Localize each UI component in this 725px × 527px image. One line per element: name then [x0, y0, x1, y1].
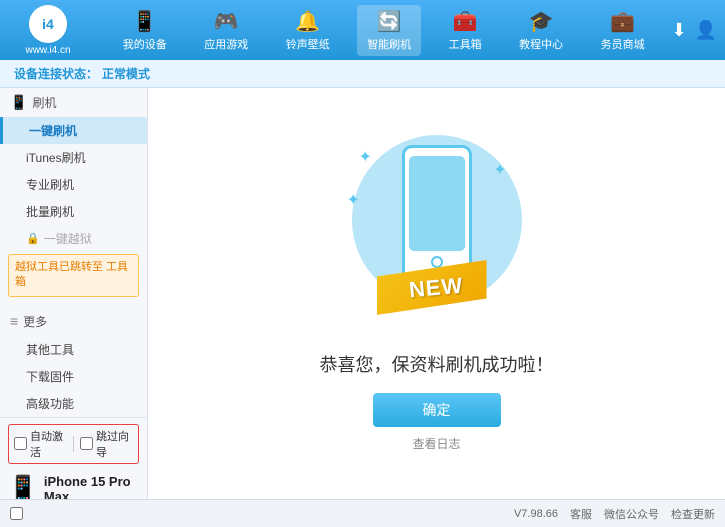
logo-subtitle: www.i4.cn [25, 45, 70, 56]
quick-guide-checkbox[interactable] [80, 437, 93, 450]
sparkle1-icon: ✦ [359, 147, 372, 167]
main-layout: 📱 刷机 一键刷机 iTunes刷机 专业刷机 批量刷机 🔒 一键越狱 越狱工具… [0, 88, 725, 499]
nav-apps-label: 应用游戏 [204, 36, 248, 52]
confirm-button[interactable]: 确定 [373, 393, 501, 427]
more-section-icon: ≡ [10, 313, 18, 329]
my-device-icon: 📱 [132, 9, 157, 34]
sidebar: 📱 刷机 一键刷机 iTunes刷机 专业刷机 批量刷机 🔒 一键越狱 越狱工具… [0, 88, 148, 499]
nav-toolbox-label: 工具箱 [449, 36, 482, 52]
success-message: 恭喜您，保资料刷机成功啦！ [320, 351, 554, 377]
nav-service[interactable]: 💼 务员商城 [591, 5, 655, 56]
version-label: V7.98.66 [514, 508, 558, 520]
sidebar-notice: 越狱工具已跳转至 工具箱 [8, 254, 139, 297]
apps-icon: 🎮 [214, 9, 239, 34]
toolbox-icon: 🧰 [453, 9, 478, 34]
footer-link-service[interactable]: 客服 [570, 506, 592, 522]
nav-toolbox[interactable]: 🧰 工具箱 [439, 5, 492, 56]
smart-flash-icon: 🔄 [377, 9, 402, 34]
sidebar-item-download-firmware[interactable]: 下载固件 [0, 363, 147, 390]
sidebar-item-batch-flash[interactable]: 批量刷机 [0, 198, 147, 225]
auto-activate-row: 自动激活 跳过向导 [8, 424, 139, 464]
status-value: 正常模式 [102, 65, 150, 82]
device-info: 📱 iPhone 15 Pro Max 512GB iPhone [8, 470, 139, 499]
lock-icon: 🔒 [26, 232, 40, 245]
logo[interactable]: i4 www.i4.cn [8, 5, 88, 56]
sidebar-section-flash[interactable]: 📱 刷机 [0, 88, 147, 117]
nav-tutorial[interactable]: 🎓 教程中心 [509, 5, 573, 56]
header-right: ⬇ 👤 [671, 20, 717, 41]
nav-bar: 📱 我的设备 🎮 应用游戏 🔔 铃声壁纸 🔄 智能刷机 🧰 工具箱 🎓 教程中心… [104, 5, 663, 56]
footer-right: V7.98.66 客服 微信公众号 检查更新 [514, 506, 715, 522]
content-area: ✦ ✦ ✦ NEW 恭喜您，保资料刷机成功啦！ 确定 查看日志 [148, 88, 725, 499]
service-icon: 💼 [610, 9, 635, 34]
sidebar-bottom: 自动激活 跳过向导 📱 iPhone 15 Pro Max 512GB iPho… [0, 417, 147, 499]
device-name: iPhone 15 Pro Max [44, 474, 139, 499]
logo-icon: i4 [29, 5, 67, 43]
sparkle3-icon: ✦ [347, 190, 360, 210]
auto-activate-label[interactable]: 自动激活 [14, 428, 67, 460]
footer-link-wechat[interactable]: 微信公众号 [604, 506, 659, 522]
sidebar-item-itunes-flash[interactable]: iTunes刷机 [0, 144, 147, 171]
sidebar-section-more[interactable]: ≡ 更多 [0, 307, 147, 336]
sidebar-item-other-tools[interactable]: 其他工具 [0, 336, 147, 363]
sidebar-item-jailbreak: 🔒 一键越狱 [0, 225, 147, 252]
sidebar-item-one-key-flash[interactable]: 一键刷机 [0, 117, 147, 144]
flash-section-icon: 📱 [10, 94, 27, 111]
status-prefix: 设备连接状态： [14, 65, 98, 82]
nav-apps[interactable]: 🎮 应用游戏 [194, 5, 258, 56]
nav-ringtone[interactable]: 🔔 铃声壁纸 [276, 5, 340, 56]
row-divider [73, 436, 74, 452]
flash-section-label: 刷机 [32, 94, 56, 111]
nav-my-device-label: 我的设备 [123, 36, 167, 52]
nav-my-device[interactable]: 📱 我的设备 [113, 5, 177, 56]
header: i4 www.i4.cn 📱 我的设备 🎮 应用游戏 🔔 铃声壁纸 🔄 智能刷机… [0, 0, 725, 60]
ribbon-text: NEW [408, 272, 464, 303]
download-button[interactable]: ⬇ [671, 20, 686, 41]
quick-guide-label[interactable]: 跳过向导 [80, 428, 133, 460]
footer: V7.98.66 客服 微信公众号 检查更新 [0, 499, 725, 527]
nav-ringtone-label: 铃声壁纸 [286, 36, 330, 52]
sparkle2-icon: ✦ [493, 160, 506, 180]
user-button[interactable]: 👤 [695, 20, 717, 41]
ringtone-icon: 🔔 [295, 9, 320, 34]
more-section-label: 更多 [23, 313, 47, 330]
footer-left [10, 507, 23, 520]
view-log-link[interactable]: 查看日志 [412, 435, 460, 452]
auto-activate-checkbox[interactable] [14, 437, 27, 450]
nav-smart-flash-label: 智能刷机 [367, 36, 411, 52]
device-phone-icon: 📱 [8, 474, 38, 499]
footer-link-update[interactable]: 检查更新 [671, 506, 715, 522]
status-bar: 设备连接状态： 正常模式 [0, 60, 725, 88]
phone-illustration: ✦ ✦ ✦ NEW [347, 135, 527, 335]
footer-checkbox[interactable] [10, 507, 23, 520]
sidebar-item-advanced[interactable]: 高级功能 [0, 390, 147, 417]
tutorial-icon: 🎓 [529, 9, 554, 34]
nav-service-label: 务员商城 [601, 36, 645, 52]
phone-screen [409, 156, 465, 251]
device-text: iPhone 15 Pro Max 512GB iPhone [44, 474, 139, 499]
sidebar-item-pro-flash[interactable]: 专业刷机 [0, 171, 147, 198]
nav-tutorial-label: 教程中心 [519, 36, 563, 52]
nav-smart-flash[interactable]: 🔄 智能刷机 [357, 5, 421, 56]
phone-home-button [431, 256, 443, 268]
